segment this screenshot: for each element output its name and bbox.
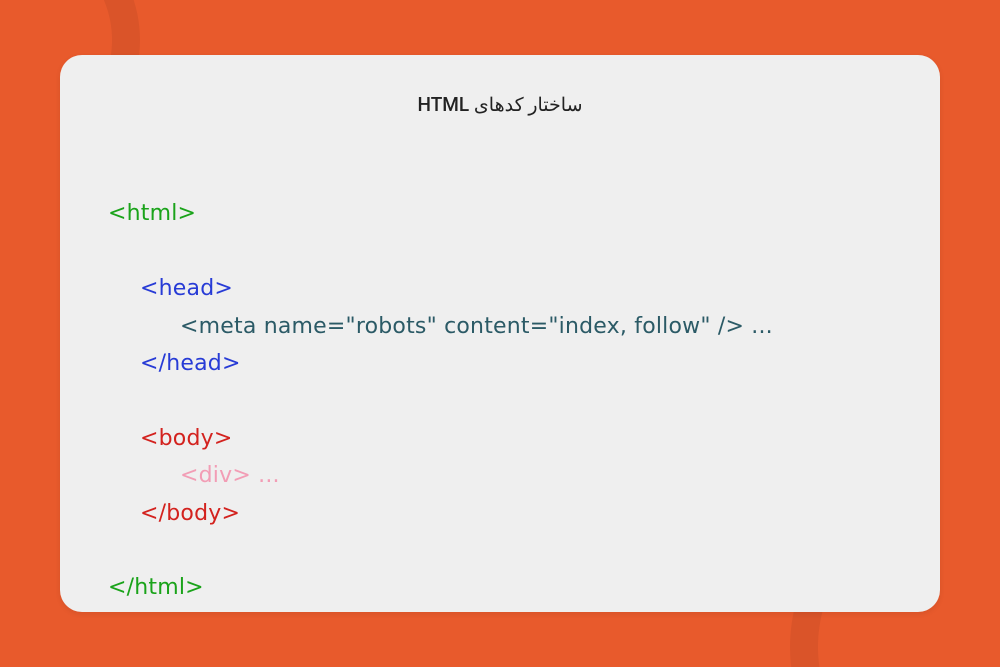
head-open-tag: <head> [108, 270, 233, 307]
body-open-tag: <body> [108, 420, 232, 457]
body-close-tag: </body> [108, 495, 240, 532]
code-card: ساختار کدهای HTML <html> <head> <meta na… [60, 55, 940, 612]
code-block: <html> <head> <meta name="robots" conten… [108, 158, 892, 607]
html-close-tag: </html> [108, 575, 204, 600]
html-open-tag: <html> [108, 201, 196, 226]
head-close-tag: </head> [108, 345, 241, 382]
meta-tag-line: <meta name="robots" content="index, foll… [108, 308, 773, 345]
card-title: ساختار کدهای HTML [108, 93, 892, 116]
div-tag-line: <div> ... [108, 457, 280, 494]
